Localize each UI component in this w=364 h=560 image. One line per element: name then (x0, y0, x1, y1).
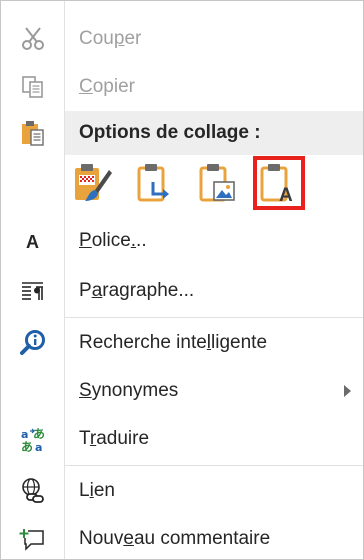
menu-item-smart-lookup[interactable]: Recherche intelligente (1, 321, 363, 365)
paste-icon (19, 119, 47, 147)
menu-item-label: Nouveau commentaire (79, 528, 271, 549)
menu-item-label: Couper (79, 28, 142, 49)
menu-item-font[interactable]: A Police... (1, 219, 363, 263)
link-icon (19, 477, 47, 505)
menu-item-label: Traduire (79, 428, 150, 449)
keep-text-only-icon[interactable]: A (253, 156, 305, 210)
submenu-arrow-icon (344, 385, 351, 397)
svg-text:a: a (35, 441, 42, 453)
menu-item-new-comment[interactable]: Nouveau commentaire (1, 517, 363, 560)
menu-item-label: Recherche intelligente (79, 332, 268, 353)
svg-text:あ: あ (33, 427, 45, 441)
paragraph-icon (19, 277, 47, 305)
menu-separator (65, 317, 363, 318)
menu-item-label: Copier (79, 76, 135, 97)
keep-source-formatting-icon[interactable] (71, 160, 115, 206)
svg-text:A: A (26, 232, 39, 252)
menu-item-label: Synonymes (79, 380, 179, 401)
font-icon: A (19, 227, 47, 255)
menu-item-link[interactable]: Lien (1, 469, 363, 513)
smart-lookup-icon (19, 329, 47, 357)
paste-options-label: Options de collage : (79, 122, 261, 143)
copy-icon (19, 73, 47, 101)
new-comment-icon (19, 525, 47, 553)
menu-item-label: Police... (79, 230, 147, 251)
scissors-icon (19, 25, 47, 53)
menu-item-synonyms[interactable]: Synonymes (1, 369, 363, 413)
menu-item-label: Paragraphe... (79, 280, 195, 301)
menu-separator (65, 465, 363, 466)
svg-text:A: A (279, 185, 293, 206)
menu-item-copy[interactable]: Copier (1, 65, 363, 109)
menu-item-label: Lien (79, 480, 115, 501)
menu-item-paragraph[interactable]: Paragraphe... (1, 269, 363, 313)
translate-icon: a あ あ a (19, 425, 47, 453)
merge-formatting-icon[interactable] (133, 160, 177, 206)
paste-options-header: Options de collage : (65, 111, 363, 155)
svg-text:あ: あ (21, 440, 33, 453)
context-menu: Couper Copier Options de collage: A A P… (0, 0, 364, 560)
menu-item-translate[interactable]: a あ あ a Traduire (1, 417, 363, 461)
menu-item-cut[interactable]: Couper (1, 17, 363, 61)
paste-picture-icon[interactable] (195, 160, 239, 206)
